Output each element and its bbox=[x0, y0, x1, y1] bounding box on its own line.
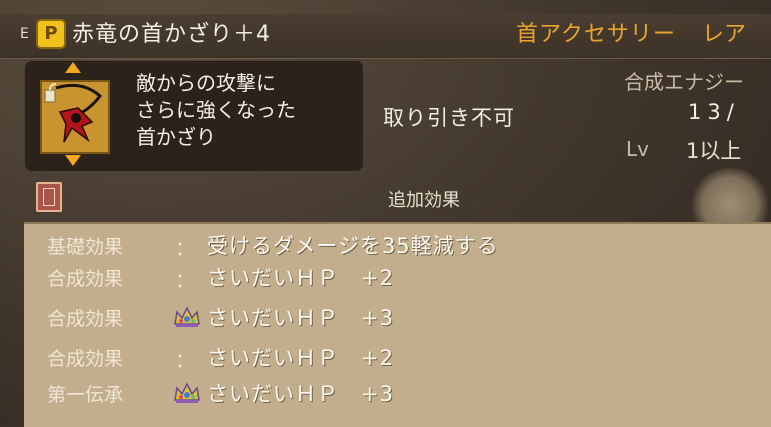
effect-separator: ： bbox=[175, 236, 195, 260]
effect-label: 基礎効果 bbox=[47, 236, 124, 258]
effect-separator: ： bbox=[175, 348, 195, 372]
effect-value: さいだいＨＰ +2 bbox=[207, 266, 394, 290]
synthesis-energy-value: 13/ bbox=[688, 100, 740, 124]
effect-label: 第一伝承 bbox=[47, 384, 124, 406]
description-line: 敵からの攻撃に bbox=[136, 71, 276, 95]
description-line: さらに強くなった bbox=[136, 98, 296, 122]
description-line: 首かざり bbox=[136, 125, 216, 149]
item-category: 首アクセサリー bbox=[516, 22, 676, 47]
effect-label: 合成効果 bbox=[47, 268, 124, 290]
crown-icon bbox=[173, 306, 201, 328]
book-icon[interactable] bbox=[36, 182, 62, 212]
effect-label: 合成効果 bbox=[47, 348, 124, 370]
effect-value: さいだいＨＰ +2 bbox=[207, 346, 394, 370]
effect-value: 受けるダメージを35軽減する bbox=[207, 234, 499, 258]
effects-header: 追加効果 bbox=[388, 190, 460, 211]
level-label: Lv bbox=[626, 137, 649, 161]
synthesis-energy-label: 合成エナジー bbox=[624, 70, 744, 94]
effect-label: 合成効果 bbox=[47, 308, 124, 330]
gold-lock-icon: P bbox=[36, 19, 66, 49]
scroll-down-arrow-icon[interactable] bbox=[65, 155, 81, 166]
crown-icon bbox=[173, 382, 201, 404]
item-description: 敵からの攻撃に さらに強くなった 首かざり bbox=[136, 70, 356, 151]
red-dragon-necklace-icon bbox=[40, 80, 110, 154]
effect-separator: ： bbox=[175, 268, 195, 292]
level-requirement: 1以上 bbox=[686, 139, 742, 163]
trade-status: 取り引き不可 bbox=[383, 106, 515, 130]
effect-value: さいだいＨＰ +3 bbox=[207, 382, 394, 406]
item-rarity: レア bbox=[702, 22, 747, 47]
equipped-marker: E bbox=[20, 26, 29, 42]
effect-value: さいだいＨＰ +3 bbox=[207, 306, 394, 330]
item-detail-window: E P 赤竜の首かざり＋4 首アクセサリー レア 敵からの攻撃に さらに強くなっ… bbox=[0, 0, 771, 427]
scroll-up-arrow-icon[interactable] bbox=[65, 62, 81, 73]
item-name: 赤竜の首かざり＋4 bbox=[72, 22, 271, 47]
